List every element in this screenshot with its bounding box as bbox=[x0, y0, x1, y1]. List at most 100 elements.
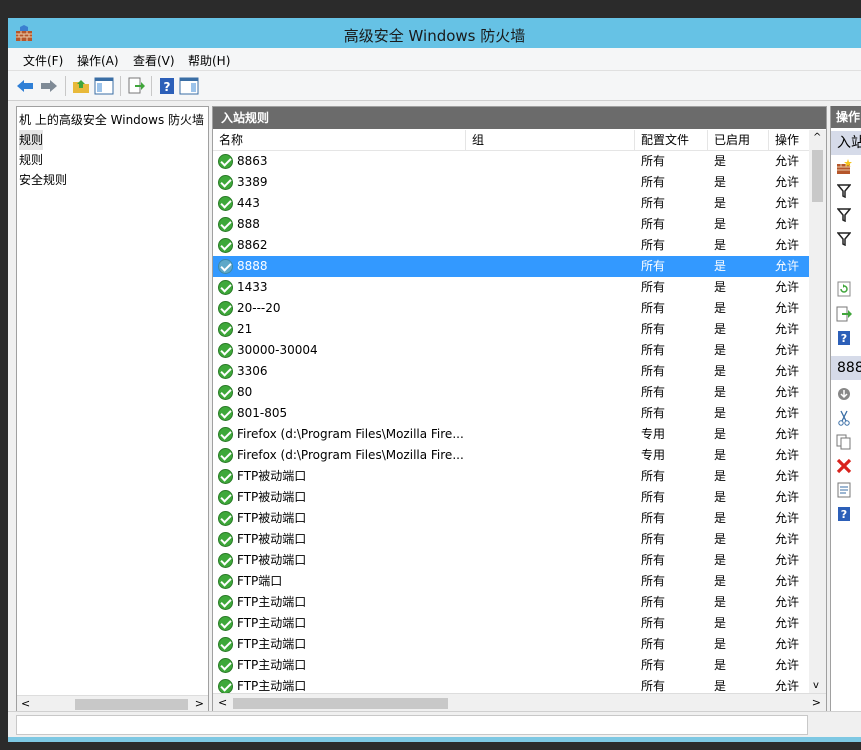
table-row[interactable]: 3306 所有 是 允许 bbox=[213, 361, 809, 382]
rule-enabled: 是 bbox=[714, 175, 727, 189]
show-hide-action-pane-icon[interactable] bbox=[178, 75, 200, 97]
rule-name: FTP被动端口 bbox=[237, 469, 307, 483]
rule-name: FTP主动端口 bbox=[237, 595, 307, 609]
scroll-left-icon[interactable]: < bbox=[218, 696, 227, 709]
rule-profile: 所有 bbox=[641, 238, 666, 252]
table-row[interactable]: 801-805 所有 是 允许 bbox=[213, 403, 809, 424]
filter-profile-icon[interactable] bbox=[836, 183, 852, 199]
table-row[interactable]: 1433 所有 是 允许 bbox=[213, 277, 809, 298]
tree-item-inbound-rules[interactable]: 规则 bbox=[19, 130, 44, 150]
rules-vertical-scrollbar[interactable]: ^ v bbox=[809, 130, 826, 693]
table-row[interactable]: 8863 所有 是 允许 bbox=[213, 151, 809, 172]
menu-action[interactable]: 操作(A) bbox=[77, 52, 119, 69]
copy-icon[interactable] bbox=[836, 434, 852, 450]
rule-enabled-check-icon bbox=[218, 343, 233, 358]
disable-rule-icon[interactable] bbox=[836, 386, 852, 402]
rule-enabled: 是 bbox=[714, 196, 727, 210]
table-row[interactable]: 21 所有 是 允许 bbox=[213, 319, 809, 340]
tree-item-connection-security-rules[interactable]: 安全规则 bbox=[19, 170, 67, 190]
tree-root[interactable]: 机 上的高级安全 Windows 防火墙 bbox=[19, 110, 204, 130]
tree-item-outbound-rules[interactable]: 规则 bbox=[19, 150, 43, 170]
svg-text:?: ? bbox=[841, 332, 847, 345]
app-window: 高级安全 Windows 防火墙 文件(F) 操作(A) 查看(V) 帮助(H)… bbox=[8, 18, 861, 742]
rules-list: 8863 所有是允许 3389 所有是允许 443 所有是允许 888 所有是允许 8862 所有… bbox=[213, 151, 809, 693]
rule-enabled: 是 bbox=[714, 343, 727, 357]
table-row[interactable]: FTP被动端口 所有 是 允许 bbox=[213, 466, 809, 487]
help-icon[interactable]: ? bbox=[836, 330, 852, 346]
back-icon[interactable] bbox=[14, 75, 36, 97]
scroll-down-icon[interactable]: v bbox=[813, 680, 819, 691]
help-icon[interactable]: ? bbox=[836, 506, 852, 522]
properties-icon[interactable] bbox=[836, 482, 852, 498]
scroll-thumb[interactable] bbox=[75, 699, 188, 710]
table-row[interactable]: Firefox (d:\Program Files\Mozilla Fire..… bbox=[213, 424, 809, 445]
cut-icon[interactable] bbox=[836, 410, 852, 426]
export-list-icon[interactable] bbox=[836, 306, 852, 322]
actions-title: 操作 bbox=[831, 106, 861, 128]
column-group[interactable]: 组 bbox=[466, 130, 635, 151]
table-row[interactable]: FTP被动端口 所有 是 允许 bbox=[213, 529, 809, 550]
scroll-thumb[interactable] bbox=[812, 150, 823, 202]
refresh-icon[interactable] bbox=[836, 281, 852, 297]
table-row[interactable]: Firefox (d:\Program Files\Mozilla Fire..… bbox=[213, 445, 809, 466]
export-list-icon[interactable] bbox=[125, 75, 147, 97]
actions-section-inbound[interactable]: 入站 bbox=[831, 131, 861, 155]
rule-enabled-check-icon bbox=[218, 175, 233, 190]
delete-icon[interactable] bbox=[836, 458, 852, 474]
table-row[interactable]: FTP主动端口 所有 是 允许 bbox=[213, 592, 809, 613]
help-icon[interactable]: ? bbox=[156, 75, 178, 97]
rule-enabled: 是 bbox=[714, 301, 727, 315]
rule-profile: 所有 bbox=[641, 469, 666, 483]
table-row[interactable]: FTP主动端口 所有 是 允许 bbox=[213, 676, 809, 693]
table-row[interactable]: 8888 所有 是 允许 bbox=[213, 256, 809, 277]
rule-enabled: 是 bbox=[714, 280, 727, 294]
show-hide-tree-icon[interactable] bbox=[93, 75, 115, 97]
scroll-left-icon[interactable]: < bbox=[21, 697, 30, 710]
column-enabled[interactable]: 已启用 bbox=[708, 130, 769, 151]
table-row[interactable]: 443 所有 是 允许 bbox=[213, 193, 809, 214]
column-action[interactable]: 操作 bbox=[769, 130, 809, 151]
table-row[interactable]: FTP被动端口 所有 是 允许 bbox=[213, 508, 809, 529]
rule-enabled-check-icon bbox=[218, 679, 233, 693]
rule-enabled-check-icon bbox=[218, 322, 233, 337]
table-row[interactable]: 888 所有 是 允许 bbox=[213, 214, 809, 235]
scroll-up-icon[interactable]: ^ bbox=[813, 132, 821, 143]
table-row[interactable]: FTP被动端口 所有 是 允许 bbox=[213, 487, 809, 508]
table-row[interactable]: 20---20 所有 是 允许 bbox=[213, 298, 809, 319]
rules-horizontal-scrollbar[interactable]: < > bbox=[213, 693, 826, 712]
tree-horizontal-scrollbar[interactable]: < > bbox=[17, 695, 208, 712]
menu-view[interactable]: 查看(V) bbox=[133, 52, 175, 69]
column-name[interactable]: 名称 bbox=[213, 130, 466, 151]
up-folder-icon[interactable] bbox=[70, 75, 92, 97]
filter-group-icon[interactable] bbox=[836, 231, 852, 247]
menu-file[interactable]: 文件(F) bbox=[23, 52, 63, 69]
rule-action: 允许 bbox=[775, 448, 800, 462]
column-profile[interactable]: 配置文件 bbox=[635, 130, 708, 151]
table-row[interactable]: FTP主动端口 所有 是 允许 bbox=[213, 655, 809, 676]
rule-enabled: 是 bbox=[714, 238, 727, 252]
table-row[interactable]: 30000-30004 所有 是 允许 bbox=[213, 340, 809, 361]
rule-enabled: 是 bbox=[714, 259, 727, 273]
rule-profile: 所有 bbox=[641, 385, 666, 399]
forward-icon[interactable] bbox=[38, 75, 60, 97]
rule-profile: 所有 bbox=[641, 574, 666, 588]
table-row[interactable]: FTP被动端口 所有 是 允许 bbox=[213, 550, 809, 571]
filter-state-icon[interactable] bbox=[836, 207, 852, 223]
rule-name: FTP主动端口 bbox=[237, 679, 307, 693]
table-row[interactable]: FTP主动端口 所有 是 允许 bbox=[213, 634, 809, 655]
table-row[interactable]: 3389 所有 是 允许 bbox=[213, 172, 809, 193]
table-row[interactable]: 80 所有 是 允许 bbox=[213, 382, 809, 403]
actions-section-selected-rule[interactable]: 888 bbox=[831, 356, 861, 380]
scroll-thumb[interactable] bbox=[233, 698, 448, 709]
rule-action: 允许 bbox=[775, 280, 800, 294]
new-rule-icon[interactable] bbox=[836, 159, 852, 175]
menu-help[interactable]: 帮助(H) bbox=[188, 52, 230, 69]
scroll-right-icon[interactable]: > bbox=[812, 696, 821, 709]
title-bar[interactable]: 高级安全 Windows 防火墙 bbox=[8, 18, 861, 48]
table-row[interactable]: FTP主动端口 所有 是 允许 bbox=[213, 613, 809, 634]
table-row[interactable]: 8862 所有 是 允许 bbox=[213, 235, 809, 256]
scroll-right-icon[interactable]: > bbox=[195, 697, 204, 710]
rule-profile: 所有 bbox=[641, 490, 666, 504]
table-row[interactable]: FTP端口 所有 是 允许 bbox=[213, 571, 809, 592]
pane-title: 入站规则 bbox=[213, 107, 826, 129]
